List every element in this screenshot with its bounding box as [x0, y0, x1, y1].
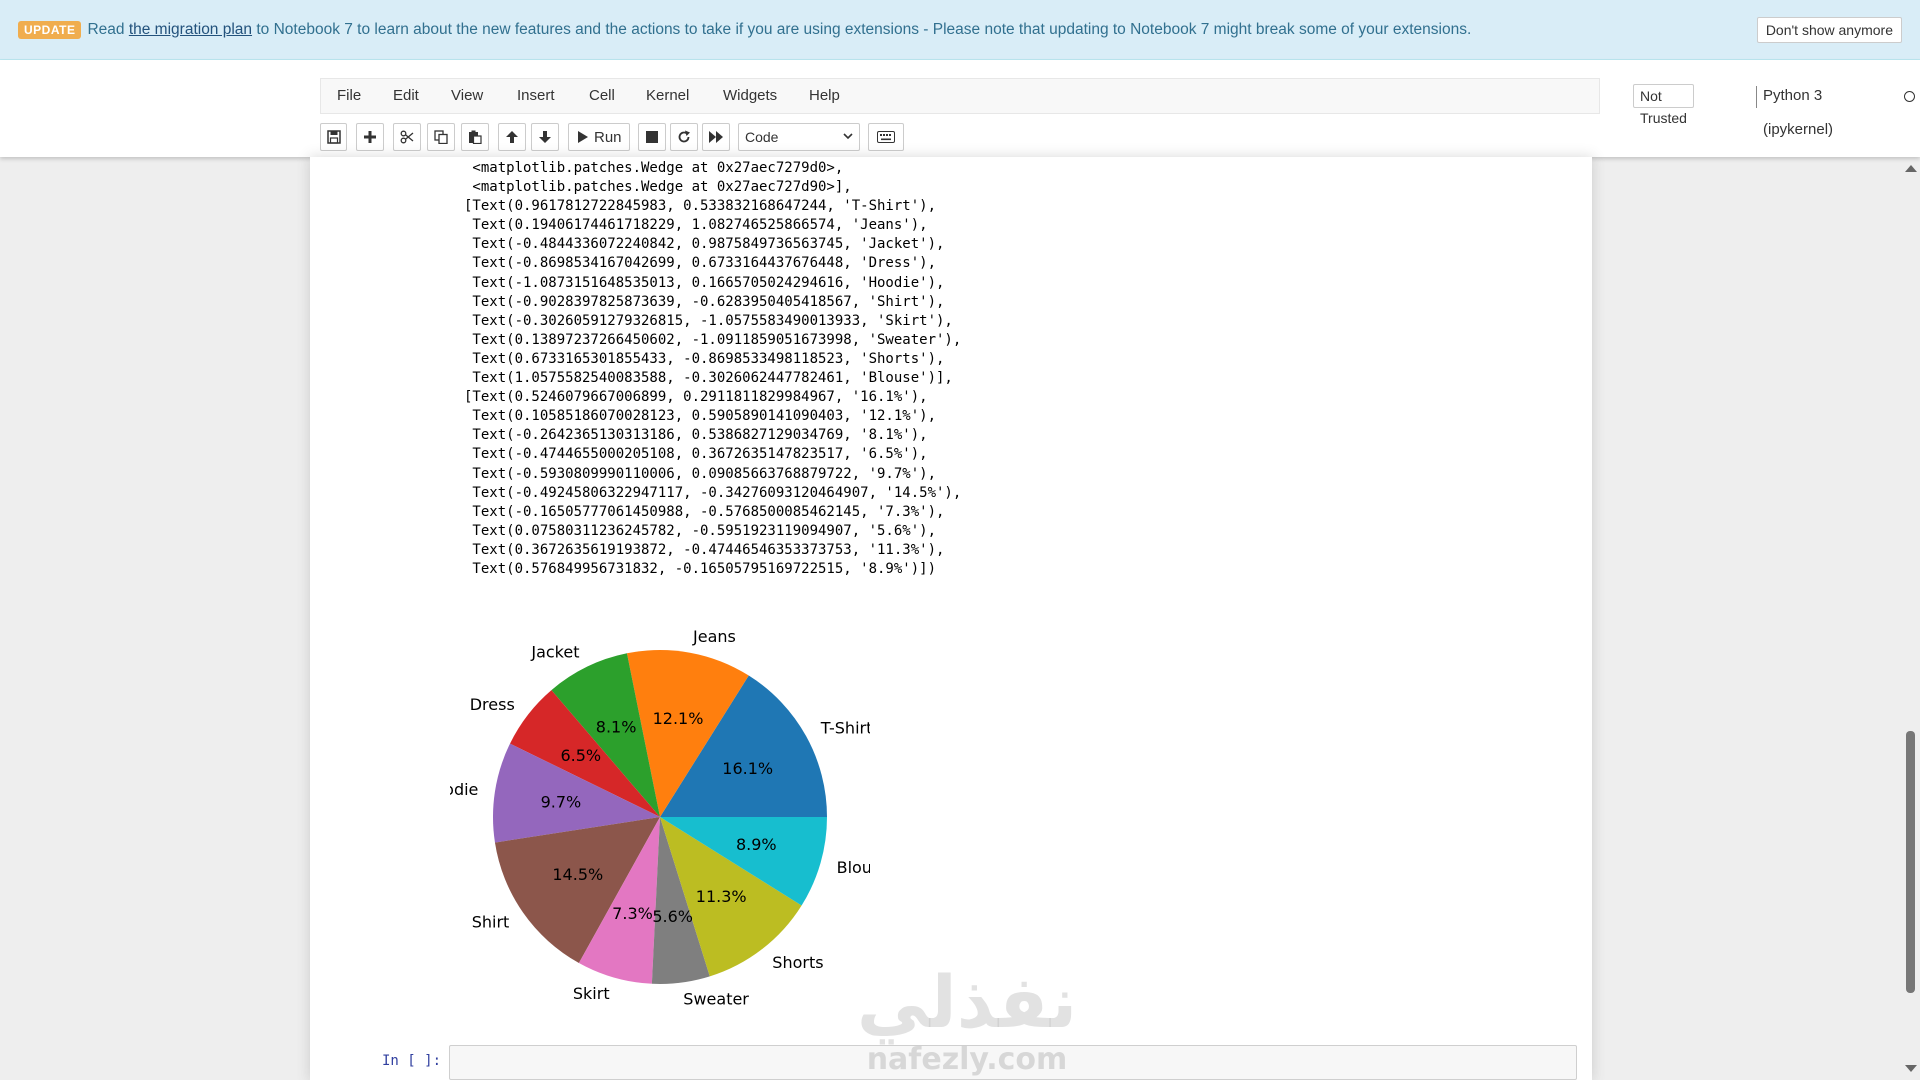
notebook-container: <matplotlib.patches.Wedge at 0x27aec7279…	[310, 157, 1592, 1080]
fast-forward-icon	[708, 131, 723, 143]
pie-percent-shorts: 11.3%	[696, 887, 747, 906]
banner-text-before: Read	[87, 20, 129, 38]
input-prompt: In [ ]:	[382, 1053, 442, 1069]
pie-percent-dress: 6.5%	[560, 746, 601, 765]
pie-label-shorts: Shorts	[772, 953, 823, 972]
chevron-down-icon	[843, 133, 853, 140]
kernel-separator	[1756, 86, 1757, 108]
menu-file[interactable]: File	[330, 79, 368, 113]
menu-cell[interactable]: Cell	[582, 79, 622, 113]
cut-button[interactable]	[393, 123, 421, 151]
update-banner: UPDATE Read the migration plan to Notebo…	[0, 0, 1920, 60]
interrupt-button[interactable]	[638, 123, 666, 151]
menubar: File Edit View Insert Cell Kernel Widget…	[320, 78, 1915, 138]
insert-cell-button[interactable]	[356, 123, 384, 151]
banner-message: Read the migration plan to Notebook 7 to…	[87, 21, 1471, 39]
menu-view[interactable]: View	[444, 79, 490, 113]
pie-label-shirt: Shirt	[472, 913, 510, 932]
cell-type-value: Code	[745, 129, 779, 145]
migration-plan-link[interactable]: the migration plan	[129, 21, 252, 38]
menu-widgets[interactable]: Widgets	[716, 79, 784, 113]
pie-label-dress: Dress	[470, 695, 515, 714]
cell-output-text: <matplotlib.patches.Wedge at 0x27aec7279…	[464, 160, 962, 577]
keyboard-icon	[877, 131, 895, 143]
kernel-idle-indicator-icon	[1904, 91, 1915, 102]
pie-label-skirt: Skirt	[573, 984, 610, 1003]
copy-icon	[434, 130, 448, 144]
arrow-up-icon	[506, 131, 518, 143]
pie-label-jeans: Jeans	[692, 627, 736, 646]
pie-percent-t-shirt: 16.1%	[722, 759, 773, 778]
pie-percent-jacket: 8.1%	[596, 717, 637, 736]
pie-label-blouse: Blouse	[837, 858, 870, 877]
run-label: Run	[594, 128, 622, 146]
play-icon	[578, 131, 588, 143]
save-icon	[326, 130, 341, 144]
pie-label-t-shirt: T-Shirt	[820, 719, 870, 738]
restart-icon	[678, 130, 690, 143]
plus-icon	[364, 131, 376, 143]
pie-percent-hoodie: 9.7%	[541, 793, 582, 812]
menu-insert[interactable]: Insert	[510, 79, 562, 113]
run-button[interactable]: Run	[568, 123, 630, 151]
command-palette-button[interactable]	[868, 123, 904, 151]
pie-label-hoodie: Hoodie	[450, 780, 478, 799]
toolbar: Run Code	[320, 123, 1600, 151]
kernel-name[interactable]: Python 3 (ipykernel)	[1763, 79, 1833, 147]
pie-label-jacket: Jacket	[530, 642, 579, 661]
scroll-down-arrow-icon[interactable]	[1905, 1065, 1917, 1072]
page-scrollbar[interactable]	[1900, 157, 1920, 1080]
scroll-up-arrow-icon[interactable]	[1905, 165, 1917, 172]
pie-label-sweater: Sweater	[683, 990, 749, 1009]
cell-type-select[interactable]: Code	[738, 123, 860, 151]
pie-percent-blouse: 8.9%	[736, 835, 777, 854]
not-trusted-button[interactable]: Not Trusted	[1633, 84, 1694, 126]
pie-percent-jeans: 12.1%	[653, 709, 704, 728]
notebook-header: File Edit View Insert Cell Kernel Widget…	[0, 60, 1920, 157]
restart-button[interactable]	[670, 123, 698, 151]
pie-percent-skirt: 7.3%	[612, 904, 653, 923]
copy-button[interactable]	[427, 123, 455, 151]
paste-button[interactable]	[461, 123, 489, 151]
menu-edit[interactable]: Edit	[386, 79, 426, 113]
menu-kernel[interactable]: Kernel	[639, 79, 696, 113]
save-button[interactable]	[320, 123, 347, 151]
restart-run-all-button[interactable]	[702, 123, 730, 151]
pie-chart: T-Shirt 16.1% Jeans 12.1% Jacket 8.1% Dress 6.5…	[450, 627, 870, 1009]
arrow-down-icon	[539, 131, 551, 143]
empty-code-cell[interactable]	[449, 1045, 1577, 1080]
update-badge: UPDATE	[18, 20, 82, 39]
move-up-button[interactable]	[498, 123, 526, 151]
pie-percent-shirt: 14.5%	[552, 865, 603, 884]
stop-icon	[646, 131, 658, 143]
move-down-button[interactable]	[531, 123, 559, 151]
dont-show-anymore-button[interactable]: Don't show anymore	[1756, 17, 1902, 43]
banner-text-after: to Notebook 7 to learn about the new fea…	[252, 20, 1472, 38]
scroll-thumb[interactable]	[1906, 731, 1915, 993]
paste-icon	[469, 130, 482, 144]
cut-icon	[400, 130, 414, 144]
pie-percent-sweater: 5.6%	[652, 907, 693, 926]
menu-help[interactable]: Help	[802, 79, 847, 113]
